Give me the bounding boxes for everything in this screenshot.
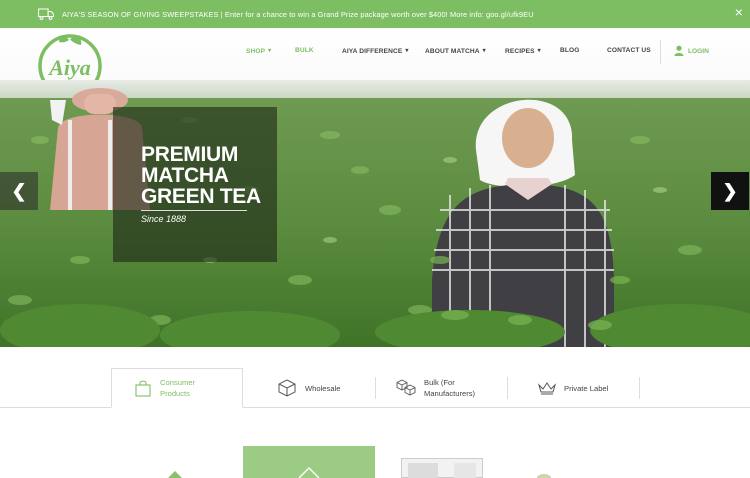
login-link[interactable]: LOGIN (674, 45, 709, 56)
nav-aiya-difference[interactable]: AIYA DIFFERENCE ▾ (342, 47, 409, 55)
matcha-leaf-icon (298, 467, 320, 478)
svg-text:Aiya: Aiya (47, 55, 91, 80)
user-icon (674, 45, 684, 56)
slider-next-button[interactable]: ❯ (711, 172, 749, 210)
nav-shop[interactable]: SHOP ▾ (246, 47, 271, 55)
nav-divider (660, 40, 661, 64)
tab-wholesale[interactable]: Wholesale (277, 368, 367, 408)
product-image-3[interactable] (401, 458, 483, 478)
nav-recipes[interactable]: RECIPES ▾ (505, 47, 541, 55)
tab-private-label[interactable]: Private Label (538, 368, 638, 408)
chevron-down-icon: ▾ (482, 48, 486, 54)
tab-label: Bulk (For Manufacturers) (424, 378, 476, 398)
box-icon (278, 379, 296, 397)
truck-icon (38, 8, 54, 20)
tab-consumer-products[interactable]: Consumer Products (111, 368, 243, 408)
product-image-1[interactable] (160, 468, 190, 478)
tab-label: Private Label (564, 383, 609, 393)
hero-title: PREMIUM MATCHA GREEN TEA (141, 143, 261, 208)
boxes-icon (396, 379, 416, 396)
shopping-bag-icon (135, 380, 151, 397)
tab-separator (639, 377, 640, 399)
chevron-down-icon: ▾ (405, 48, 409, 54)
crown-icon (538, 382, 556, 395)
hero-slider: PREMIUM MATCHA GREEN TEA Since 1888 ❮ ❯ (0, 80, 750, 347)
chevron-down-icon: ▾ (537, 48, 541, 54)
tab-label: Wholesale (305, 383, 341, 393)
promo-text[interactable]: AIYA'S SEASON OF GIVING SWEEPSTAKES | En… (62, 10, 534, 19)
tab-separator (507, 377, 508, 399)
chevron-left-icon: ❮ (11, 180, 27, 201)
chevron-down-icon: ▾ (268, 48, 272, 54)
tab-bulk[interactable]: Bulk (For Manufacturers) (396, 368, 506, 408)
product-image-4[interactable] (532, 470, 556, 478)
nav-blog[interactable]: BLOG (560, 47, 579, 54)
slider-prev-button[interactable]: ❮ (0, 172, 38, 210)
tab-label: Consumer Products (160, 378, 196, 398)
tab-separator (375, 377, 376, 399)
chevron-right-icon: ❯ (722, 180, 738, 201)
nav-contact-us[interactable]: CONTACT US (607, 47, 651, 54)
close-icon[interactable]: × (735, 5, 743, 19)
hero-divider (141, 210, 247, 211)
nav-about-matcha[interactable]: ABOUT MATCHA ▾ (425, 47, 486, 55)
product-card-featured[interactable] (243, 446, 375, 478)
hero-since: Since 1888 (141, 214, 187, 224)
nav-bulk[interactable]: BULK (295, 47, 314, 54)
promo-bar: AIYA'S SEASON OF GIVING SWEEPSTAKES | En… (0, 0, 750, 28)
